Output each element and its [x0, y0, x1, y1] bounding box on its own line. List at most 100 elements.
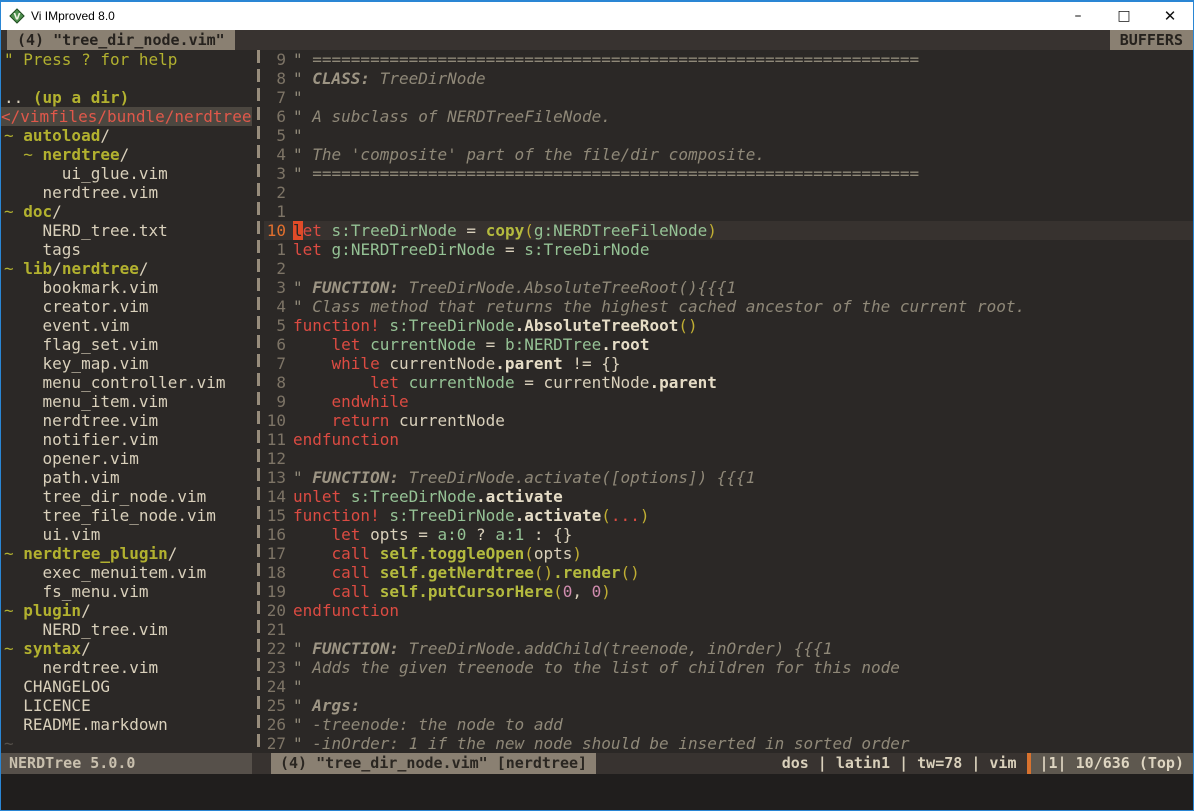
nerdtree-item[interactable]: bookmark.vim [1, 278, 252, 297]
nerdtree-item[interactable]: nerdtree.vim [1, 658, 252, 677]
nerdtree-item[interactable]: exec_menuitem.vim [1, 563, 252, 582]
code-line[interactable]: 20endfunction [264, 601, 1193, 620]
syntax-segment: endfunction [293, 430, 399, 449]
nerdtree-item[interactable]: nerdtree.vim [1, 183, 252, 202]
code-line[interactable]: 22" FUNCTION: TreeDirNode.addChild(treen… [264, 639, 1193, 658]
nerdtree-root-path[interactable]: </vimfiles/bundle/nerdtree/ [1, 107, 252, 126]
nerdtree-item[interactable]: NERD_tree.vim [1, 620, 252, 639]
maximize-button[interactable]: □ [1101, 2, 1147, 30]
nerdtree-item[interactable]: CHANGELOG [1, 677, 252, 696]
code-line[interactable]: 17 call self.toggleOpen(opts) [264, 544, 1193, 563]
command-line[interactable] [1, 774, 1193, 810]
code-line[interactable]: 18 call self.getNerdtree().render() [264, 563, 1193, 582]
syntax-segment: () [621, 563, 640, 582]
nerdtree-item[interactable]: menu_controller.vim [1, 373, 252, 392]
code-line[interactable]: 3" =====================================… [264, 164, 1193, 183]
minimize-button[interactable]: – [1055, 2, 1101, 30]
nerdtree-item[interactable]: ~ nerdtree_plugin/ [1, 544, 252, 563]
code-line[interactable]: 21 [264, 620, 1193, 639]
nerdtree-item[interactable]: tree_dir_node.vim [1, 487, 252, 506]
code-line[interactable]: 5function! s:TreeDirNode.AbsoluteTreeRoo… [264, 316, 1193, 335]
nerdtree-pane: " Press ? for help .. (up a dir)</vimfile… [1, 50, 252, 753]
nerdtree-item[interactable]: LICENCE [1, 696, 252, 715]
syntax-segment: syntax [23, 639, 81, 658]
nerdtree-item[interactable]: path.vim [1, 468, 252, 487]
code-line[interactable]: 4" The 'composite' part of the file/dir … [264, 145, 1193, 164]
nerdtree-item[interactable]: ~ lib/nerdtree/ [1, 259, 252, 278]
nerdtree-item[interactable]: opener.vim [1, 449, 252, 468]
nerdtree-item[interactable]: key_map.vim [1, 354, 252, 373]
code-line[interactable]: 6" A subclass of NERDTreeFileNode. [264, 107, 1193, 126]
code-line[interactable]: 5" [264, 126, 1193, 145]
code-line[interactable]: 15function! s:TreeDirNode.activate(...) [264, 506, 1193, 525]
syntax-segment: LICENCE [4, 696, 91, 715]
code-line[interactable]: 6 let currentNode = b:NERDTree.root [264, 335, 1193, 354]
nerdtree-item[interactable]: fs_menu.vim [1, 582, 252, 601]
nerdtree-item[interactable]: notifier.vim [1, 430, 252, 449]
code-line[interactable]: 14unlet s:TreeDirNode.activate [264, 487, 1193, 506]
syntax-segment: self.putCursorHere [380, 582, 553, 601]
line-number: 12 [264, 449, 286, 468]
code-line[interactable]: 7" [264, 88, 1193, 107]
tab-active-buffer[interactable]: (4) "tree_dir_node.vim" [7, 30, 235, 50]
nerdtree-item[interactable]: nerdtree.vim [1, 411, 252, 430]
syntax-segment: .activate [515, 506, 602, 525]
code-line[interactable]: 27" -inOrder: 1 if the new node should b… [264, 734, 1193, 753]
nerdtree-item[interactable]: ~ [1, 734, 252, 753]
code-line[interactable]: 19 call self.putCursorHere(0, 0) [264, 582, 1193, 601]
syntax-segment: function! [293, 316, 380, 335]
code-line[interactable]: 2 [264, 183, 1193, 202]
tab-buffers[interactable]: BUFFERS [1110, 30, 1193, 50]
code-text: while currentNode.parent != {} [293, 354, 621, 373]
code-line[interactable]: 16 let opts = a:0 ? a:1 : {} [264, 525, 1193, 544]
code-line[interactable]: 11endfunction [264, 430, 1193, 449]
nerdtree-item[interactable]: event.vim [1, 316, 252, 335]
syntax-segment: nerdtree.vim [4, 658, 158, 677]
code-line[interactable]: 7 while currentNode.parent != {} [264, 354, 1193, 373]
syntax-segment: / [52, 202, 62, 221]
code-line[interactable]: 12 [264, 449, 1193, 468]
nerdtree-item[interactable]: NERD_tree.txt [1, 221, 252, 240]
code-line[interactable]: 9 endwhile [264, 392, 1193, 411]
nerdtree-item[interactable]: README.markdown [1, 715, 252, 734]
nerdtree-item[interactable]: creator.vim [1, 297, 252, 316]
syntax-segment: TreeDirNode.activate([options]) {{{1 [399, 468, 755, 487]
code-line[interactable]: 3" FUNCTION: TreeDirNode.AbsoluteTreeRoo… [264, 278, 1193, 297]
syntax-segment: autoload [23, 126, 100, 145]
window-split-separator[interactable] [252, 50, 264, 753]
code-line[interactable]: 1let g:NERDTreeDirNode = s:TreeDirNode [264, 240, 1193, 259]
statusline-spacer [596, 753, 782, 774]
nerdtree-item[interactable]: ~ syntax/ [1, 639, 252, 658]
code-line[interactable]: 25" Args: [264, 696, 1193, 715]
nerdtree-item[interactable]: ui_glue.vim [1, 164, 252, 183]
code-line[interactable]: 13" FUNCTION: TreeDirNode.activate([opti… [264, 468, 1193, 487]
code-line[interactable]: 4" Class method that returns the highest… [264, 297, 1193, 316]
nerdtree-item[interactable]: tree_file_node.vim [1, 506, 252, 525]
nerdtree-item[interactable]: ~ nerdtree/ [1, 145, 252, 164]
code-line[interactable]: 2 [264, 259, 1193, 278]
code-line[interactable]: 8 let currentNode = currentNode.parent [264, 373, 1193, 392]
code-line[interactable]: 10 return currentNode [264, 411, 1193, 430]
syntax-segment: ~ [4, 202, 23, 221]
code-line[interactable]: 26" -treenode: the node to add [264, 715, 1193, 734]
code-line-current[interactable]: 10let s:TreeDirNode = copy(g:NERDTreeFil… [264, 221, 1193, 240]
nerdtree-item[interactable]: ~ plugin/ [1, 601, 252, 620]
code-line[interactable]: 23" Adds the given treenode to the list … [264, 658, 1193, 677]
nerdtree-item[interactable]: tags [1, 240, 252, 259]
nerdtree-item[interactable]: menu_item.vim [1, 392, 252, 411]
nerdtree-item[interactable]: .. (up a dir) [1, 88, 252, 107]
code-line[interactable]: 9" =====================================… [264, 50, 1193, 69]
nerdtree-item[interactable]: ~ doc/ [1, 202, 252, 221]
code-line[interactable]: 24" [264, 677, 1193, 696]
nerdtree-item[interactable]: ui.vim [1, 525, 252, 544]
line-number: 2 [264, 259, 286, 278]
nerdtree-item[interactable]: " Press ? for help [1, 50, 252, 69]
syntax-segment: self.getNerdtree [380, 563, 534, 582]
line-number: 1 [264, 202, 286, 221]
nerdtree-item[interactable]: ~ autoload/ [1, 126, 252, 145]
nerdtree-item[interactable] [1, 69, 252, 88]
code-line[interactable]: 1 [264, 202, 1193, 221]
code-line[interactable]: 8" CLASS: TreeDirNode [264, 69, 1193, 88]
close-button[interactable]: ✕ [1147, 2, 1193, 30]
nerdtree-item[interactable]: flag_set.vim [1, 335, 252, 354]
